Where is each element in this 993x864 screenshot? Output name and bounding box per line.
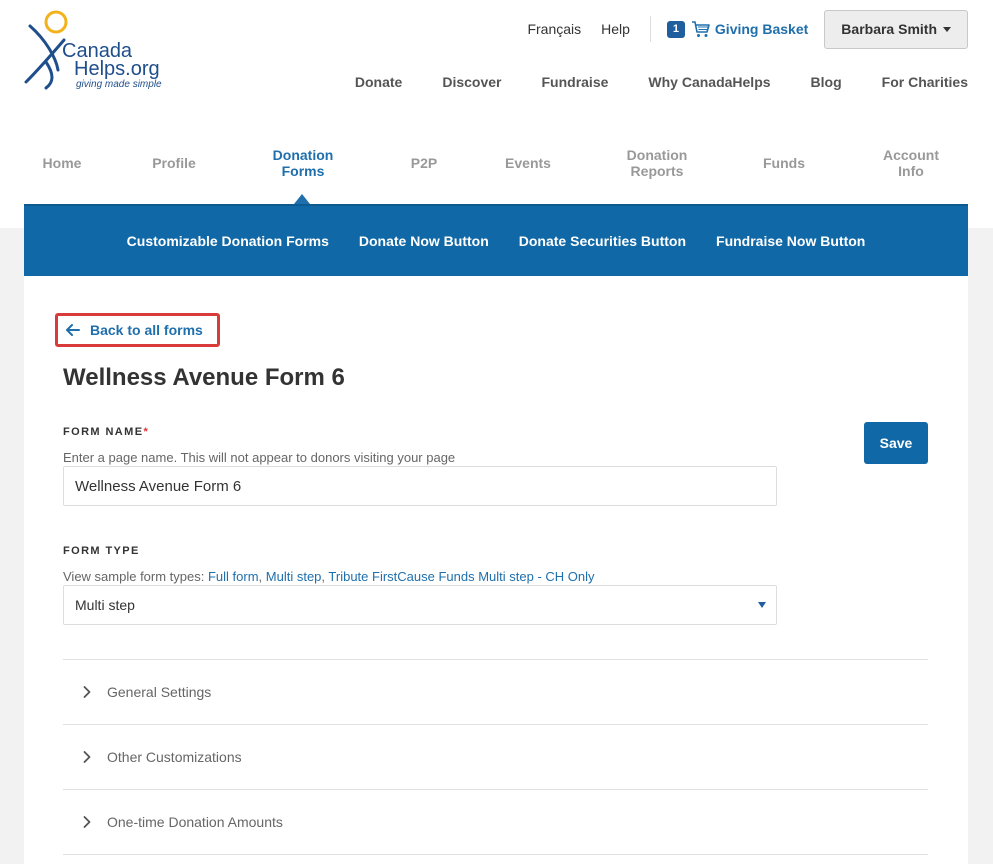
sample-full-form-link[interactable]: Full form [208, 569, 259, 584]
save-button[interactable]: Save [864, 422, 928, 464]
tab-donation-reports[interactable]: Donation Reports [612, 147, 702, 179]
accordion-other-customizations[interactable]: Other Customizations [63, 725, 928, 789]
tab-home-label: Home [42, 155, 82, 171]
top-utility-nav: Français Help 1 Giving Basket Barbara Sm… [527, 9, 968, 49]
tab-donation-forms-label-1: Donation [272, 147, 334, 163]
subnav-fundraise-now-button[interactable]: Fundraise Now Button [716, 233, 865, 249]
tab-profile[interactable]: Profile [132, 155, 216, 171]
accordion-divider [63, 854, 928, 855]
chevron-down-icon [943, 26, 951, 32]
main-nav-for-charities[interactable]: For Charities [882, 74, 968, 90]
form-name-input[interactable]: Wellness Avenue Form 6 [63, 466, 777, 506]
tab-events[interactable]: Events [490, 155, 566, 171]
required-asterisk: * [143, 426, 150, 438]
accordion-label: General Settings [107, 684, 212, 700]
form-name-value: Wellness Avenue Form 6 [75, 477, 242, 495]
main-nav: Donate Discover Fundraise Why CanadaHelp… [315, 74, 968, 90]
main-nav-blog[interactable]: Blog [811, 74, 842, 90]
tab-p2p-label: P2P [410, 155, 438, 171]
tab-p2p[interactable]: P2P [390, 155, 458, 171]
logo-text-helps: Helps.org [74, 58, 160, 80]
tab-funds-label: Funds [763, 155, 805, 171]
form-name-help: Enter a page name. This will not appear … [63, 450, 456, 465]
top-divider [649, 16, 651, 42]
form-type-help-prefix: View sample form types: [63, 569, 208, 584]
back-to-all-forms-link[interactable]: Back to all forms [55, 313, 220, 347]
chevron-right-icon [63, 686, 107, 698]
active-tab-indicator [294, 194, 310, 204]
tab-account-info-label-1: Account [883, 147, 939, 163]
tab-donation-reports-label-1: Donation [626, 147, 688, 163]
caret-down-icon [758, 602, 766, 608]
accordion-one-time-donation-amounts[interactable]: One-time Donation Amounts [63, 790, 928, 854]
subnav-donate-securities-button[interactable]: Donate Securities Button [519, 233, 686, 249]
user-name: Barbara Smith [841, 21, 937, 37]
accordion-general-settings[interactable]: General Settings [63, 660, 928, 724]
cart-icon [691, 21, 710, 37]
form-type-label: FORM TYPE [63, 545, 140, 557]
tab-account-info[interactable]: Account Info [870, 147, 952, 179]
tab-events-label: Events [505, 155, 551, 171]
user-menu-button[interactable]: Barbara Smith [824, 9, 968, 49]
form-type-value: Multi step [75, 597, 135, 613]
form-type-help: View sample form types: Full form, Multi… [63, 569, 595, 584]
main-nav-why-canadahelps[interactable]: Why CanadaHelps [648, 74, 770, 90]
arrow-left-icon [66, 324, 80, 336]
tab-account-info-label-2: Info [898, 163, 924, 179]
sample-tribute-multi-step-link[interactable]: Tribute FirstCause Funds Multi step - CH… [328, 569, 594, 584]
language-link[interactable]: Français [527, 21, 581, 37]
tab-home[interactable]: Home [24, 155, 100, 171]
form-name-label-text: FORM NAME [63, 426, 144, 438]
help-link[interactable]: Help [601, 21, 630, 37]
tab-donation-reports-label-2: Reports [630, 163, 684, 179]
basket-count-badge: 1 [666, 20, 685, 38]
giving-basket-link[interactable]: 1 Giving Basket [666, 20, 809, 38]
donation-forms-subnav: Customizable Donation Forms Donate Now B… [24, 204, 968, 276]
tab-funds[interactable]: Funds [750, 155, 818, 171]
accordion-label: Other Customizations [107, 749, 242, 765]
tab-donation-forms-label-2: Forms [281, 163, 325, 179]
main-nav-discover[interactable]: Discover [442, 74, 501, 90]
page-title: Wellness Avenue Form 6 [63, 364, 345, 391]
chevron-right-icon [63, 816, 107, 828]
site-header: Canada Helps.org giving made simple Fran… [0, 0, 993, 110]
tab-donation-forms[interactable]: Donation Forms [258, 147, 348, 179]
main-nav-fundraise[interactable]: Fundraise [541, 74, 608, 90]
basket-label: Giving Basket [714, 21, 809, 37]
tab-profile-label: Profile [152, 155, 196, 171]
charity-dashboard-tabs: Home Profile Donation Forms P2P Events D… [24, 138, 968, 204]
chevron-right-icon [63, 751, 107, 763]
subnav-donate-now-button[interactable]: Donate Now Button [359, 233, 489, 249]
back-link-label: Back to all forms [90, 322, 203, 338]
canadahelps-logo[interactable]: Canada Helps.org giving made simple [24, 10, 184, 92]
sample-multi-step-link[interactable]: Multi step [266, 569, 322, 584]
accordion-label: One-time Donation Amounts [107, 814, 283, 830]
form-name-label: FORM NAME* [63, 426, 149, 438]
subnav-customizable-donation-forms[interactable]: Customizable Donation Forms [127, 233, 329, 249]
logo-tagline: giving made simple [76, 79, 162, 90]
main-nav-donate[interactable]: Donate [355, 74, 402, 90]
form-type-select[interactable]: Multi step [63, 585, 777, 625]
